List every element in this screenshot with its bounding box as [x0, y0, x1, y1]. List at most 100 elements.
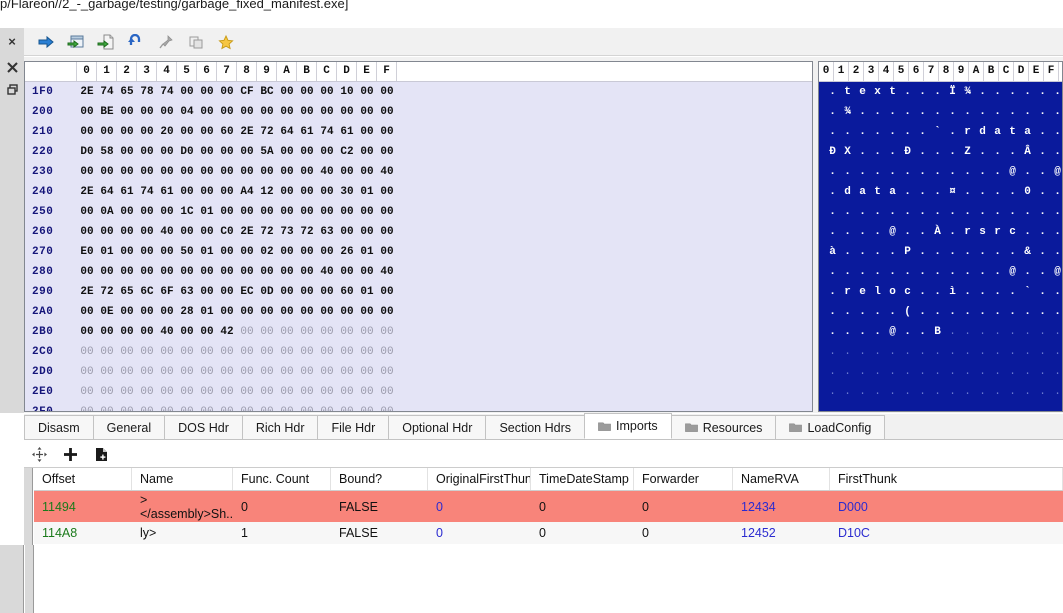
hex-byte[interactable]: 00 — [157, 406, 177, 411]
ascii-row[interactable]: . d a t a... ¤.... 0.. — [825, 182, 1062, 202]
ascii-char[interactable]: . — [1035, 306, 1050, 318]
hex-byte[interactable]: BC — [257, 86, 277, 98]
hex-byte[interactable]: 00 — [377, 286, 397, 298]
ascii-char[interactable]: @ — [1050, 166, 1062, 178]
ascii-char[interactable]: . — [840, 326, 855, 338]
hex-byte[interactable]: 00 — [157, 206, 177, 218]
ascii-char[interactable]: @ — [1050, 266, 1062, 278]
hex-byte[interactable]: 63 — [317, 226, 337, 238]
ascii-char[interactable]: . — [1005, 346, 1020, 358]
ascii-char[interactable]: . — [825, 86, 840, 98]
hex-byte[interactable]: 00 — [237, 206, 257, 218]
ascii-char[interactable]: . — [975, 346, 990, 358]
ascii-row[interactable]: ....... `. r d a t a.. — [825, 122, 1062, 142]
ascii-char[interactable]: . — [930, 406, 945, 411]
ascii-char[interactable]: . — [870, 226, 885, 238]
hex-byte[interactable]: 00 — [357, 306, 377, 318]
ascii-char[interactable]: t — [1005, 126, 1020, 138]
ascii-char[interactable]: . — [900, 386, 915, 398]
ascii-char[interactable]: . — [1020, 326, 1035, 338]
hex-byte[interactable]: 74 — [317, 126, 337, 138]
hex-byte[interactable]: 00 — [377, 206, 397, 218]
hex-byte[interactable]: 00 — [277, 86, 297, 98]
hex-byte[interactable]: 00 — [117, 346, 137, 358]
ascii-char[interactable]: ( — [900, 306, 915, 318]
ascii-char[interactable]: r — [960, 226, 975, 238]
ascii-char[interactable]: . — [900, 106, 915, 118]
ascii-rows[interactable]: . t e x t... Ï ¾....... ¾..................... `… — [825, 82, 1062, 411]
ascii-char[interactable]: . — [885, 266, 900, 278]
hex-byte[interactable]: 40 — [377, 266, 397, 278]
hex-byte[interactable]: 00 — [297, 166, 317, 178]
hex-byte[interactable]: 40 — [317, 166, 337, 178]
table-cell[interactable]: ly> — [132, 526, 233, 540]
hex-byte[interactable]: 00 — [297, 306, 317, 318]
ascii-char[interactable]: . — [960, 266, 975, 278]
ascii-char[interactable]: . — [915, 126, 930, 138]
hex-byte[interactable]: 78 — [137, 86, 157, 98]
hex-byte[interactable]: 00 — [217, 206, 237, 218]
hex-byte[interactable]: C0 — [217, 226, 237, 238]
hex-byte[interactable]: 00 — [257, 266, 277, 278]
hex-bytes-panel[interactable]: 0123456789ABCDEF 1F0 2E 74 65 78 74 00 00 00 CF BC… — [24, 61, 813, 412]
hex-byte[interactable]: 00 — [317, 346, 337, 358]
tab-file-hdr[interactable]: File Hdr — [317, 415, 390, 439]
ascii-char[interactable]: . — [870, 146, 885, 158]
ascii-char[interactable]: . — [975, 246, 990, 258]
hex-byte[interactable]: 00 — [357, 166, 377, 178]
hex-byte[interactable]: 00 — [377, 326, 397, 338]
hex-byte[interactable]: 00 — [77, 366, 97, 378]
ascii-char[interactable]: . — [930, 346, 945, 358]
hex-byte[interactable]: 01 — [97, 246, 117, 258]
hex-byte[interactable]: 00 — [197, 366, 217, 378]
hex-byte[interactable]: 00 — [157, 306, 177, 318]
ascii-char[interactable]: . — [1020, 266, 1035, 278]
hex-byte[interactable]: CF — [237, 86, 257, 98]
ascii-char[interactable]: . — [930, 386, 945, 398]
hex-byte[interactable]: 00 — [297, 106, 317, 118]
ascii-char[interactable]: t — [840, 86, 855, 98]
hex-byte[interactable]: 00 — [137, 226, 157, 238]
ascii-char[interactable]: . — [960, 386, 975, 398]
hex-byte[interactable]: 00 — [77, 106, 97, 118]
ascii-char[interactable]: . — [855, 246, 870, 258]
hex-byte[interactable]: 00 — [237, 326, 257, 338]
ascii-char[interactable]: . — [1005, 326, 1020, 338]
ascii-char[interactable]: . — [855, 206, 870, 218]
hex-byte[interactable]: 00 — [257, 386, 277, 398]
table-cell[interactable]: 0 — [428, 500, 531, 514]
hex-byte[interactable]: 00 — [377, 386, 397, 398]
hex-byte[interactable]: 00 — [97, 226, 117, 238]
ascii-char[interactable]: & — [1020, 246, 1035, 258]
hex-byte[interactable]: 00 — [177, 166, 197, 178]
ascii-char[interactable]: . — [855, 366, 870, 378]
ascii-char[interactable]: . — [870, 266, 885, 278]
hex-byte[interactable]: 00 — [277, 326, 297, 338]
hex-byte[interactable]: 2E — [77, 186, 97, 198]
grid-body[interactable]: 11494 > </assembly>Sh... 0 FALSE 0 0 0 12434 D00… — [34, 491, 1063, 544]
ascii-char[interactable]: . — [855, 266, 870, 278]
ascii-char[interactable]: . — [840, 406, 855, 411]
hex-byte[interactable]: 26 — [337, 246, 357, 258]
hex-byte[interactable]: 00 — [337, 346, 357, 358]
ascii-row[interactable]: ................ — [825, 362, 1062, 382]
hex-byte[interactable]: 00 — [217, 286, 237, 298]
hex-byte[interactable]: 00 — [157, 366, 177, 378]
ascii-char[interactable]: . — [885, 346, 900, 358]
hex-byte[interactable]: 00 — [117, 126, 137, 138]
ascii-char[interactable]: . — [1035, 346, 1050, 358]
ascii-char[interactable]: . — [960, 246, 975, 258]
ascii-char[interactable]: . — [1035, 206, 1050, 218]
ascii-char[interactable]: . — [1050, 286, 1062, 298]
table-cell[interactable]: 11494 — [34, 500, 132, 514]
hex-byte[interactable]: 00 — [297, 186, 317, 198]
ascii-char[interactable]: . — [915, 86, 930, 98]
ascii-char[interactable]: . — [1050, 106, 1062, 118]
table-cell[interactable]: 0 — [531, 500, 634, 514]
hex-byte[interactable]: 00 — [337, 226, 357, 238]
hex-byte[interactable]: 01 — [357, 246, 377, 258]
ascii-char[interactable]: . — [825, 326, 840, 338]
ascii-char[interactable]: 0 — [1020, 186, 1035, 198]
ascii-char[interactable]: . — [930, 206, 945, 218]
hex-byte[interactable]: 00 — [337, 166, 357, 178]
